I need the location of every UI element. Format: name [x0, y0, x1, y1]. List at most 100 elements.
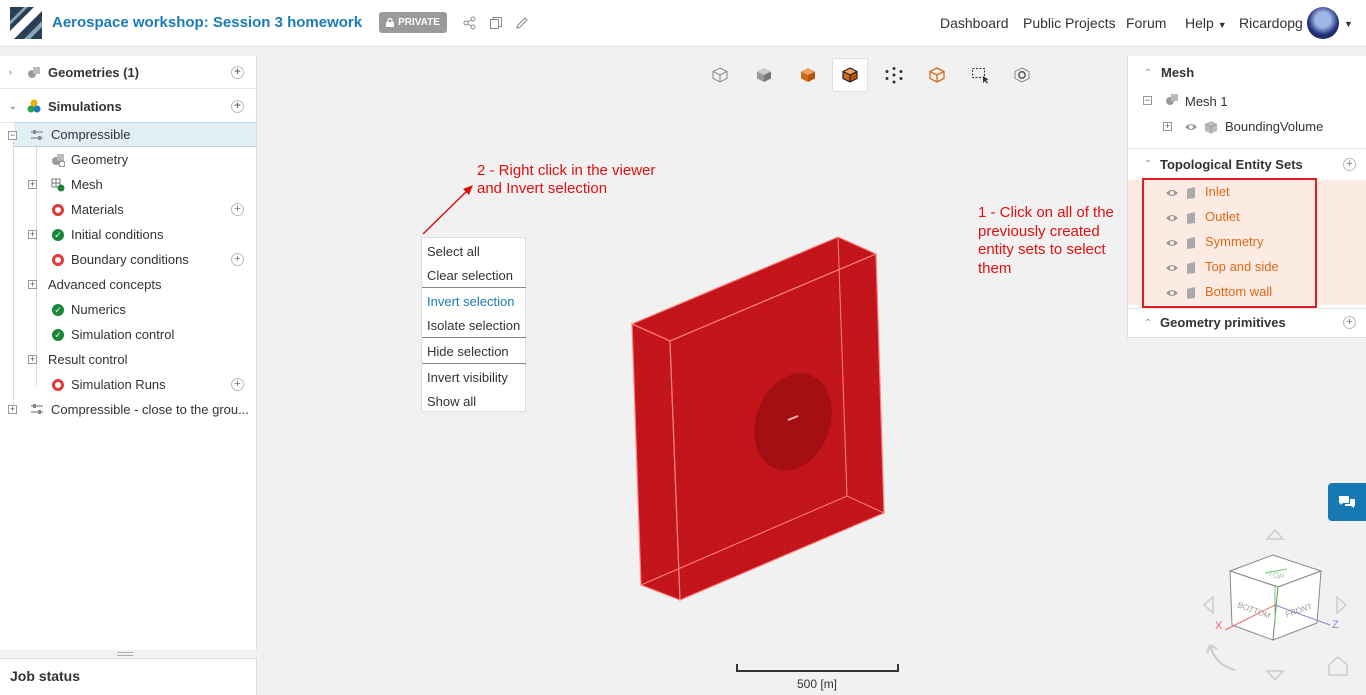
rotate-reset-icon [1206, 644, 1236, 671]
box-select-button[interactable] [962, 58, 998, 92]
nav-help[interactable]: Help ▼ [1185, 15, 1227, 31]
mesh-settings-button[interactable] [1004, 58, 1040, 92]
error-status-icon [52, 253, 64, 266]
mesh-icon [51, 178, 65, 191]
chevron-up-icon[interactable]: ⌃ [1144, 68, 1152, 79]
tree-label-compressible-close-to-ground: Compressible - close to the grou... [51, 402, 249, 417]
tree-section-geometries[interactable]: › Geometries (1) + [0, 56, 256, 89]
expand-icon[interactable]: + [28, 180, 37, 189]
view-solid-button[interactable] [746, 58, 782, 92]
panel-resize-handle[interactable] [117, 652, 133, 656]
job-status-panel[interactable]: Job status [0, 658, 257, 695]
cube-wireframe-orange-icon [929, 67, 945, 83]
tree-label-materials: Materials [71, 202, 124, 217]
mesh-model-3d[interactable] [625, 230, 890, 605]
nav-forum[interactable]: Forum [1126, 15, 1166, 31]
view-points-button[interactable] [876, 58, 912, 92]
error-status-icon [52, 378, 64, 391]
tree-item-geometry[interactable]: Geometry [0, 147, 256, 172]
tree-label-simulations: Simulations [48, 98, 122, 114]
view-surfaces-edges-button[interactable] [832, 58, 868, 92]
tree-section-simulations[interactable]: ⌄ Simulations + [0, 90, 256, 123]
menu-item-invert-visibility[interactable]: Invert visibility [427, 370, 508, 385]
nav-public-projects[interactable]: Public Projects [1023, 15, 1116, 31]
add-entity-set-icon[interactable]: + [1343, 158, 1356, 171]
expand-icon[interactable]: + [28, 280, 37, 289]
tree-item-materials[interactable]: Materials + [0, 197, 256, 222]
menu-divider [422, 337, 526, 338]
share-icon[interactable] [463, 16, 477, 30]
view-wireframe-button[interactable] [919, 58, 955, 92]
bounding-volume-label[interactable]: BoundingVolume [1225, 119, 1323, 134]
collapse-icon[interactable]: − [1143, 96, 1152, 105]
error-status-icon [52, 203, 64, 216]
project-title[interactable]: Aerospace workshop: Session 3 homework [52, 14, 362, 31]
add-simulation-run-icon[interactable]: + [231, 378, 244, 391]
copy-icon[interactable] [489, 16, 503, 30]
tree-item-initial-conditions[interactable]: + ✓ Initial conditions [0, 222, 256, 247]
chevron-down-icon[interactable]: ⌄ [9, 101, 17, 112]
tree-item-numerics[interactable]: ✓ Numerics [0, 297, 256, 322]
chat-button[interactable] [1328, 483, 1366, 521]
view-transparent-button[interactable] [702, 58, 738, 92]
menu-item-clear-selection[interactable]: Clear selection [427, 268, 513, 283]
private-badge: PRIVATE [379, 12, 447, 33]
annotation-step2-line2: and Invert selection [477, 180, 608, 197]
tree-item-advanced-concepts[interactable]: + Advanced concepts [0, 272, 256, 297]
menu-item-show-all[interactable]: Show all [427, 394, 476, 409]
tree-item-result-control[interactable]: + Result control [0, 347, 256, 372]
chevron-up-icon[interactable]: ⌃ [1144, 159, 1152, 170]
cube-icon [1204, 121, 1218, 134]
highlight-box [1142, 178, 1317, 308]
tree-item-boundary-conditions[interactable]: Boundary conditions + [0, 247, 256, 272]
user-chevron-down-icon[interactable]: ▼ [1344, 19, 1353, 29]
simscale-logo[interactable] [10, 7, 42, 39]
edit-icon[interactable] [515, 16, 529, 30]
geometry-check-icon [52, 153, 65, 167]
collapse-icon[interactable]: − [8, 131, 17, 140]
chevron-up-icon[interactable]: ⌃ [1144, 318, 1152, 329]
nav-help-label: Help [1185, 15, 1214, 31]
tree-item-compressible[interactable]: − Compressible [8, 122, 256, 147]
add-material-icon[interactable]: + [231, 203, 244, 216]
tree-label-geometry: Geometry [71, 152, 129, 167]
expand-icon[interactable]: + [28, 355, 37, 364]
mesh-1-label[interactable]: Mesh 1 [1185, 94, 1228, 109]
nav-cube-x-label: X [1215, 620, 1223, 632]
menu-divider [422, 363, 526, 364]
user-name[interactable]: Ricardopg [1239, 15, 1303, 31]
rotate-right-icon [1336, 595, 1348, 615]
add-geometry-primitive-icon[interactable]: + [1343, 316, 1356, 329]
nav-dashboard[interactable]: Dashboard [940, 15, 1009, 31]
chevron-right-icon[interactable]: › [9, 67, 12, 77]
geometry-icon [28, 67, 40, 78]
annotation-step1-line1: 1 - Click on all of the [978, 204, 1114, 221]
tree-label-advanced-concepts: Advanced concepts [48, 277, 162, 292]
navigation-cube[interactable] [1195, 525, 1355, 690]
mesh-gear-icon [1014, 67, 1030, 83]
expand-icon[interactable]: + [1163, 122, 1172, 131]
menu-item-invert-selection[interactable]: Invert selection [427, 294, 514, 309]
avatar[interactable] [1307, 7, 1339, 39]
view-surfaces-button[interactable] [790, 58, 826, 92]
expand-icon[interactable]: + [28, 230, 37, 239]
menu-item-isolate-selection[interactable]: Isolate selection [427, 318, 520, 333]
cube-orange-edges-icon [842, 67, 858, 83]
tree-item-simulation-runs[interactable]: Simulation Runs + [0, 372, 256, 397]
tree-label-result-control: Result control [48, 352, 128, 367]
add-boundary-condition-icon[interactable]: + [231, 253, 244, 266]
annotation-step1-line3: entity sets to select [978, 241, 1106, 258]
menu-item-hide-selection[interactable]: Hide selection [427, 344, 509, 359]
menu-item-select-all[interactable]: Select all [427, 244, 480, 259]
eye-icon[interactable] [1184, 120, 1198, 134]
expand-icon[interactable]: + [8, 405, 17, 414]
add-simulation-icon[interactable]: + [231, 99, 244, 113]
tree-item-compressible-close-to-ground[interactable]: + Compressible - close to the grou... [0, 397, 256, 422]
tree-item-mesh[interactable]: + Mesh [0, 172, 256, 197]
private-badge-label: PRIVATE [398, 17, 440, 28]
rotate-left-icon [1202, 595, 1214, 615]
divider [1128, 308, 1366, 309]
add-geometry-icon[interactable]: + [231, 65, 244, 79]
tree-item-simulation-control[interactable]: ✓ Simulation control [0, 322, 256, 347]
box-select-icon [972, 68, 989, 84]
